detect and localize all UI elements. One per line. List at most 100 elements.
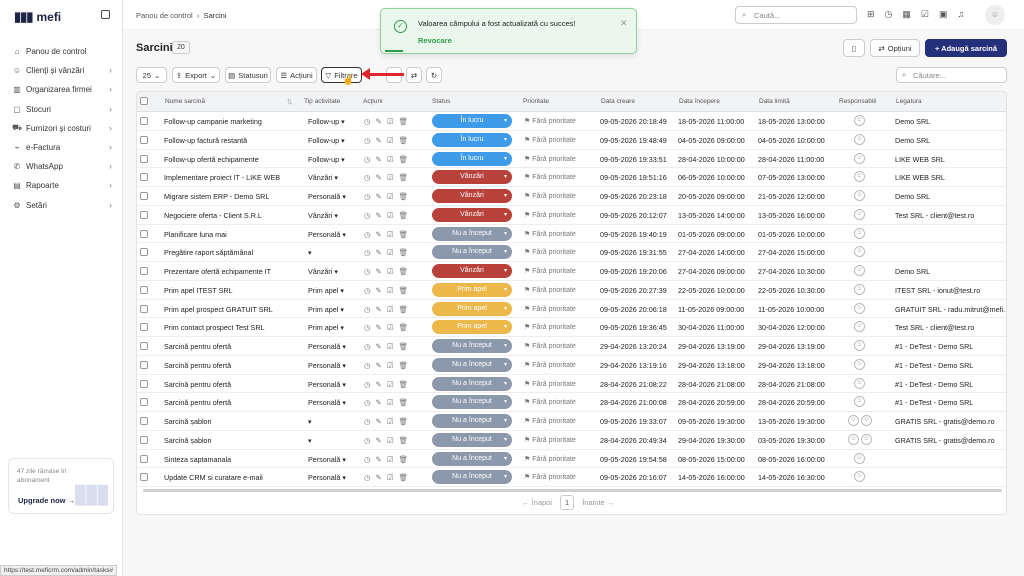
status-select[interactable]: În lucru ▾ [432, 114, 512, 128]
related-link[interactable]: Test SRL - client@test.ro [895, 323, 1005, 332]
table-row[interactable]: Sinteza saptamanala Personală ▾ ◷ ✎ ☑ 🗑 Nu a î… [137, 450, 1006, 469]
col-type[interactable]: Tip activitate [304, 98, 340, 105]
task-name[interactable]: Prim apel ITEST SRL [164, 286, 304, 295]
refresh-button[interactable]: ↻ [426, 67, 442, 83]
row-checkbox[interactable] [140, 323, 148, 332]
clock-icon[interactable]: ◷ [364, 286, 371, 295]
bell-icon[interactable]: ♫ [958, 9, 965, 20]
row-checkbox[interactable] [140, 285, 148, 294]
responsible-avatar-icon[interactable]: ☺ [854, 227, 865, 239]
activity-type-select[interactable]: Prim apel ▾ [308, 323, 344, 332]
task-name[interactable]: Pregătire raport săptămânal [164, 248, 304, 257]
swap-button[interactable]: ⇄ [406, 67, 422, 83]
edit-icon[interactable]: ✎ [376, 136, 382, 145]
check-icon[interactable]: ☑ [387, 473, 394, 482]
table-row[interactable]: Prezentare ofertă echipamente IT Vânzări … [137, 262, 1006, 281]
check-icon[interactable]: ☑ [387, 211, 394, 220]
status-select[interactable]: Vânzări ▾ [432, 264, 512, 278]
delete-icon[interactable]: 🗑 [399, 230, 409, 239]
delete-icon[interactable]: 🗑 [399, 248, 409, 257]
table-row[interactable]: Follow-up campanie marketing Follow-up ▾ ◷… [137, 112, 1006, 131]
related-link[interactable]: Test SRL - client@test.ro [895, 211, 1005, 220]
sort-icon[interactable]: ⇅ [287, 98, 292, 106]
tasks-icon[interactable]: ☑ [921, 9, 929, 20]
check-icon[interactable]: ☑ [387, 136, 394, 145]
task-name[interactable]: Sarcină pentru ofertă [164, 361, 304, 370]
table-row[interactable]: Pregătire raport săptămânal ▾ ◷ ✎ ☑ 🗑 Nu a în… [137, 243, 1006, 262]
edit-icon[interactable]: ✎ [376, 192, 382, 201]
horizontal-scrollbar[interactable] [143, 489, 1002, 492]
clock-icon[interactable]: ◷ [364, 436, 371, 445]
sidebar-item-5[interactable]: ⌁ e-Factura › [12, 138, 112, 157]
responsible-avatar-icon[interactable]: ☺ [854, 340, 865, 351]
task-name[interactable]: Sarcină șablon [164, 417, 304, 426]
delete-icon[interactable]: 🗑 [399, 211, 409, 220]
responsible-avatar-icon[interactable]: ☺ [854, 190, 865, 201]
clock-icon[interactable]: ◷ [364, 455, 371, 464]
status-select[interactable]: Nu a început ▾ [432, 395, 512, 410]
related-link[interactable]: Demo SRL [895, 192, 1005, 201]
table-row[interactable]: Follow-up factură restantă Follow-up ▾ ◷ ✎ ☑… [137, 131, 1006, 150]
activity-type-select[interactable]: Personală ▾ [308, 380, 346, 389]
row-checkbox[interactable] [140, 229, 148, 238]
responsible-avatar-icon[interactable]: ☺ [848, 415, 859, 426]
delete-icon[interactable]: 🗑 [399, 173, 409, 182]
sidebar-item-3[interactable]: ▢ Stocuri › [12, 100, 112, 119]
edit-icon[interactable]: ✎ [376, 455, 382, 464]
clock-icon[interactable]: ◷ [364, 173, 371, 182]
row-checkbox[interactable] [140, 342, 148, 350]
activity-type-select[interactable]: ▾ [308, 417, 312, 426]
responsible-avatar-icon[interactable]: ☺ [854, 452, 865, 464]
edit-icon[interactable]: ✎ [376, 248, 382, 257]
responsible-avatar-icon[interactable]: ☺ [854, 377, 865, 389]
status-select[interactable]: În lucru ▾ [432, 151, 512, 166]
task-name[interactable]: Sarcină pentru ofertă [164, 380, 304, 389]
col-priority[interactable]: Prioritate [523, 98, 549, 105]
sidebar-item-7[interactable]: ▤ Rapoarte › [12, 176, 112, 195]
status-select[interactable]: Nu a început ▾ [432, 414, 512, 428]
edit-icon[interactable]: ✎ [376, 155, 382, 164]
status-select[interactable]: Prim apel ▾ [432, 320, 512, 335]
task-name[interactable]: Prim apel prospect GRATUIT SRL [164, 305, 304, 314]
clock-icon[interactable]: ◷ [364, 155, 371, 164]
related-link[interactable]: LIKE WEB SRL [895, 173, 1005, 182]
next-page-button[interactable]: Înainte → [582, 498, 614, 507]
row-checkbox[interactable] [140, 192, 148, 200]
sidebar-item-2[interactable]: ▥ Organizarea firmei › [12, 80, 112, 99]
global-search-input[interactable]: ⌕ Caută... [735, 6, 857, 24]
activity-type-select[interactable]: Personală ▾ [308, 230, 346, 239]
clock-icon[interactable]: ◷ [364, 230, 371, 239]
prev-page-button[interactable]: ← Înapoi [522, 498, 552, 507]
export-button[interactable]: ⇪ Export ⌄ [172, 67, 220, 83]
check-icon[interactable]: ☑ [387, 398, 394, 407]
task-name[interactable]: Follow-up campanie marketing [164, 117, 304, 126]
col-start[interactable]: Data începere [679, 98, 720, 105]
row-checkbox[interactable] [140, 417, 148, 425]
clock-icon[interactable]: ◷ [364, 361, 371, 370]
activity-type-select[interactable]: Personală ▾ [308, 398, 346, 407]
status-select[interactable]: Prim apel ▾ [432, 301, 512, 316]
col-name[interactable]: Nume sarcină [165, 98, 205, 105]
task-name[interactable]: Sarcină șablon [164, 436, 304, 445]
clock-icon[interactable]: ◷ [364, 136, 371, 145]
row-checkbox[interactable] [140, 154, 148, 163]
table-row[interactable]: Update CRM si curatare e-mail Personală ▾… [137, 468, 1006, 487]
clock-icon[interactable]: ◷ [364, 305, 371, 314]
upgrade-link[interactable]: Upgrade now → [18, 496, 75, 505]
task-name[interactable]: Migrare sistem ERP - Demo SRL [164, 192, 304, 201]
activity-type-select[interactable]: Personală ▾ [308, 361, 346, 370]
col-due[interactable]: Data limită [759, 98, 790, 105]
delete-icon[interactable]: 🗑 [399, 455, 409, 464]
task-name[interactable]: Follow-up factură restantă [164, 136, 304, 145]
check-icon[interactable]: ☑ [387, 361, 394, 370]
edit-icon[interactable]: ✎ [376, 417, 382, 426]
edit-icon[interactable]: ✎ [376, 267, 382, 276]
table-row[interactable]: Sarcină șablon ▾ ◷ ✎ ☑ 🗑 Nu a început ▾ ⚑ Fără … [137, 431, 1006, 450]
table-row[interactable]: Sarcină pentru ofertă Personală ▾ ◷ ✎ ☑ 🗑 Nu a… [137, 393, 1006, 412]
status-select[interactable]: Prim apel ▾ [432, 282, 512, 297]
edit-icon[interactable]: ✎ [376, 436, 382, 445]
activity-type-select[interactable]: Follow-up ▾ [308, 117, 345, 126]
edit-icon[interactable]: ✎ [376, 342, 382, 351]
edit-icon[interactable]: ✎ [376, 398, 382, 407]
delete-icon[interactable]: 🗑 [399, 267, 409, 276]
